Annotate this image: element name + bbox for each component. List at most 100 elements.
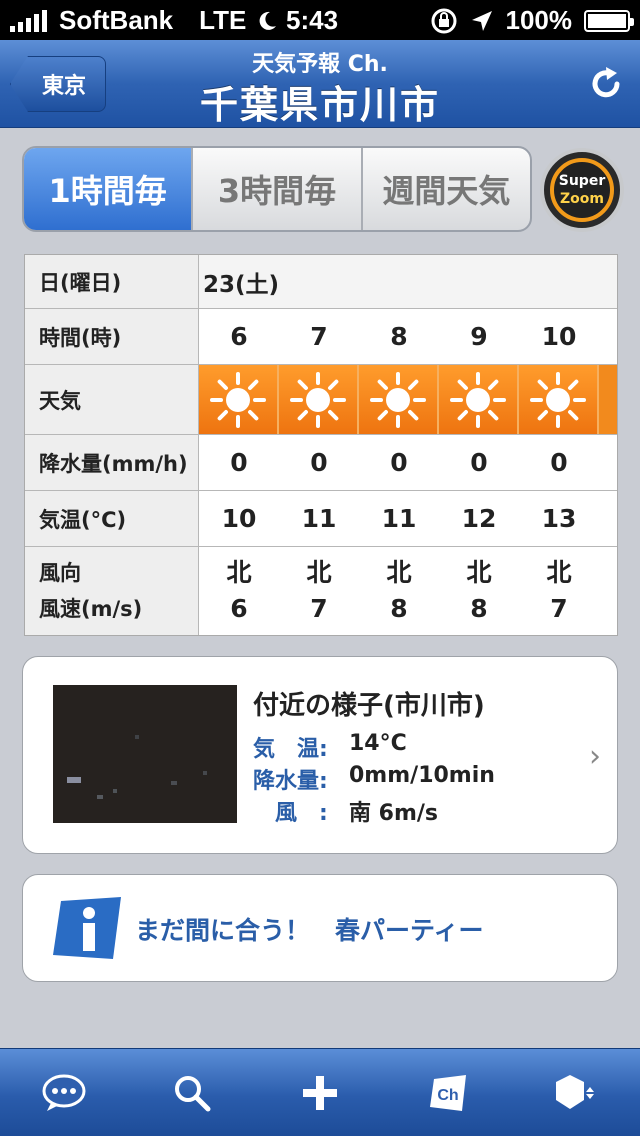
nearby-title: 付近の様子(市川市) xyxy=(253,691,485,721)
temp-cell: 13 xyxy=(541,504,577,533)
label-date: 日(曜日) xyxy=(25,255,199,308)
moon-icon xyxy=(259,11,276,30)
network-type: LTE xyxy=(199,5,247,35)
page-title: 千葉県市川市 xyxy=(199,83,440,127)
tab-weekly[interactable]: 週間天気 xyxy=(360,148,530,230)
label-wind: 風向 風速(m/s) xyxy=(25,547,199,635)
carrier-name: SoftBank xyxy=(59,5,174,35)
super-zoom-button[interactable]: Super Zoom xyxy=(540,148,624,232)
temp-cell: 11 xyxy=(381,504,417,533)
row-weather: 天気 xyxy=(25,365,617,435)
wind-dir: 北 xyxy=(306,558,332,587)
label-time: 時間(時) xyxy=(25,309,199,364)
tab-chat[interactable] xyxy=(34,1063,94,1123)
precip-cell: 0 xyxy=(230,448,248,477)
label-weather: 天気 xyxy=(25,365,199,434)
precip-cell: 0 xyxy=(310,448,328,477)
info-banner-text: まだ間に合う！ 春パーティー xyxy=(135,916,484,945)
weather-cell xyxy=(519,365,599,434)
date-value: 23(土) xyxy=(203,271,280,298)
wind-dir: 北 xyxy=(546,558,572,587)
temp-cell: 10 xyxy=(221,504,257,533)
tab-hourly[interactable]: 1時間毎 xyxy=(24,148,192,230)
precip-cell: 0 xyxy=(550,448,568,477)
sun-icon xyxy=(530,371,586,428)
nearby-precip-value: 0mm/10min xyxy=(349,763,495,788)
channel-icon: Ch xyxy=(430,1074,466,1111)
wind-cell: 北8 xyxy=(439,547,519,635)
location-arrow-icon xyxy=(471,10,492,31)
refresh-icon[interactable] xyxy=(586,64,626,104)
wind-speed: 8 xyxy=(390,594,408,623)
row-precip: 降水量(mm/h) 0 0 0 0 0 xyxy=(25,435,617,491)
svg-text:Ch: Ch xyxy=(437,1087,458,1104)
wind-cell: 北6 xyxy=(199,547,279,635)
sun-icon xyxy=(290,371,346,428)
wind-cell: 北7 xyxy=(519,547,599,635)
wind-dir: 北 xyxy=(466,558,492,587)
label-wind-speed: 風速(m/s) xyxy=(39,597,143,621)
nearby-precip: 降水量: 0mm/10min xyxy=(253,763,495,795)
tab-channel[interactable]: Ch xyxy=(418,1063,478,1123)
wind-speed: 8 xyxy=(470,594,488,623)
chevron-right-icon: › xyxy=(589,739,601,774)
weather-cell xyxy=(439,365,519,434)
battery-percent: 100% xyxy=(505,5,573,35)
temp-cell: 11 xyxy=(301,504,337,533)
plus-icon xyxy=(303,1075,337,1110)
tab-3-hourly[interactable]: 3時間毎 xyxy=(191,148,360,230)
bottom-tab-bar: Ch xyxy=(0,1048,640,1136)
navigation-bar: 東京 天気予報 Ch. 千葉県市川市 xyxy=(0,40,640,128)
wind-speed: 7 xyxy=(310,594,328,623)
clock-time: 5:43 xyxy=(286,5,339,35)
nearby-temp: 気 温: 14°C xyxy=(253,731,407,763)
nearby-wind-label: 風 : xyxy=(253,801,328,826)
row-date: 日(曜日) 23(土) xyxy=(25,255,617,309)
hour-cell: 8 xyxy=(390,322,408,351)
rotation-lock-icon xyxy=(431,8,456,33)
tab-search[interactable] xyxy=(162,1063,222,1123)
weather-cell xyxy=(359,365,439,434)
tab-settings[interactable] xyxy=(546,1063,606,1123)
forecast-table: 日(曜日) 23(土) 時間(時) 6 7 8 9 10 天気 降水量(mm/h… xyxy=(24,254,618,636)
sun-icon xyxy=(370,371,426,428)
info-icon xyxy=(53,897,121,959)
settings-hexagon-icon xyxy=(556,1074,594,1109)
weather-cell xyxy=(199,365,279,434)
wind-cell: 北7 xyxy=(279,547,359,635)
nearby-conditions-card[interactable]: 付近の様子(市川市) 気 温: 14°C 降水量: 0mm/10min 風 : 南 6… xyxy=(22,656,618,854)
chat-bubble-icon xyxy=(42,1074,86,1111)
nearby-temp-value: 14°C xyxy=(349,731,407,756)
signal-strength-icon xyxy=(10,9,47,32)
nearby-wind: 風 : 南 6m/s xyxy=(253,795,438,827)
wind-cell: 北8 xyxy=(359,547,439,635)
row-temp: 気温(°C) 10 11 11 12 13 xyxy=(25,491,617,547)
precip-cell: 0 xyxy=(470,448,488,477)
battery-icon xyxy=(584,9,634,32)
temp-cell: 12 xyxy=(461,504,497,533)
tab-add[interactable] xyxy=(290,1063,350,1123)
hour-cell: 7 xyxy=(310,322,328,351)
wind-dir: 北 xyxy=(226,558,252,587)
wind-speed: 6 xyxy=(230,594,248,623)
live-camera-image xyxy=(53,685,237,823)
hour-cell: 9 xyxy=(470,322,488,351)
nearby-temp-label: 気 温: xyxy=(253,737,328,762)
nearby-wind-value: 南 6m/s xyxy=(349,801,439,826)
wind-speed: 7 xyxy=(550,594,568,623)
search-icon xyxy=(175,1075,211,1111)
weather-cell xyxy=(279,365,359,434)
label-precip: 降水量(mm/h) xyxy=(25,435,199,490)
hour-cell: 6 xyxy=(230,322,248,351)
interval-segmented-control: 1時間毎 3時間毎 週間天気 xyxy=(22,146,532,232)
label-temp: 気温(°C) xyxy=(25,491,199,546)
status-bar: SoftBank LTE 5:43 100% xyxy=(0,0,640,40)
sun-icon xyxy=(210,371,266,428)
info-banner[interactable]: まだ間に合う！ 春パーティー xyxy=(22,874,618,982)
super-zoom-label-2: Zoom xyxy=(560,191,604,207)
precip-cell: 0 xyxy=(390,448,408,477)
super-zoom-label-1: Super xyxy=(558,173,606,189)
row-time: 時間(時) 6 7 8 9 10 xyxy=(25,309,617,365)
wind-dir: 北 xyxy=(386,558,412,587)
nearby-precip-label: 降水量: xyxy=(253,769,328,794)
